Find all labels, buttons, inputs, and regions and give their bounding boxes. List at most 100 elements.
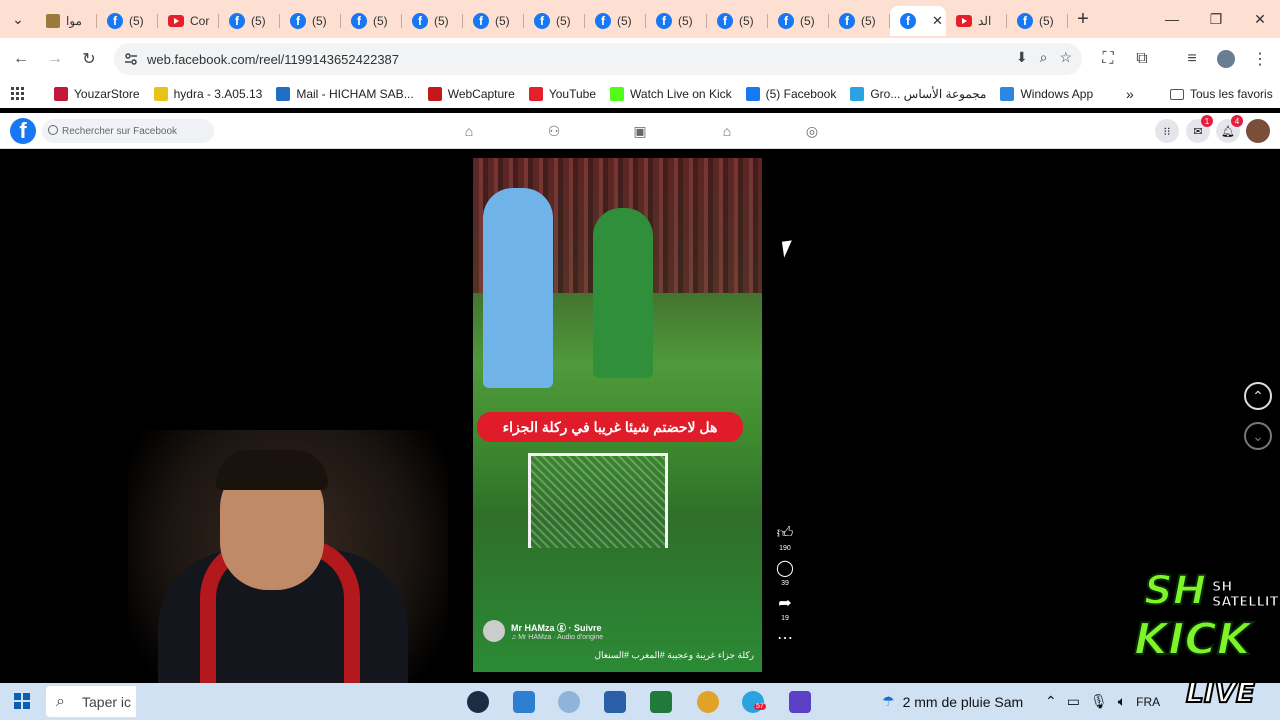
forward-button[interactable]: → [38, 42, 72, 76]
weather-widget[interactable]: ☂ 2 mm de pluie Sam [882, 683, 1023, 720]
comment-button[interactable]: ◯ 39 [776, 560, 794, 587]
next-reel-button[interactable]: ⌄ [1244, 422, 1272, 450]
browser-menu-icon[interactable]: ⋮ [1243, 42, 1277, 76]
marketplace-nav-icon[interactable]: ⌂ [717, 121, 737, 141]
browser-tab[interactable]: موا [36, 6, 97, 36]
bookmark-label: Watch Live on Kick [630, 87, 732, 101]
windows-start-icon[interactable] [14, 693, 30, 709]
close-tab-icon[interactable]: ✕ [932, 13, 943, 29]
minimize-button[interactable]: — [1150, 0, 1194, 38]
restore-button[interactable]: ❐ [1194, 0, 1238, 38]
browser-tab[interactable]: f (5) [646, 6, 707, 36]
chrome-app-icon[interactable] [697, 691, 719, 713]
facebook-logo-icon[interactable]: f [10, 118, 36, 144]
reel-author[interactable]: Mr HAMza ⓖ · Suivre ♫ Mr HAMza · Audio d… [483, 620, 603, 642]
bookmark-item[interactable]: (5) Facebook [745, 87, 836, 101]
site-icon [46, 14, 60, 28]
profile-avatar[interactable] [1209, 42, 1243, 76]
facebook-search-input[interactable]: Rechercher sur Facebook [42, 119, 214, 143]
bookmarks-bar: YouzarStore hydra - 3.A05.13 Mail - HICHAM… [0, 80, 1280, 108]
network-icon[interactable]: ▭ [1067, 693, 1080, 710]
satellite-text: SH SATELLITE [1211, 580, 1280, 611]
browser-tab[interactable]: f (5) [219, 6, 280, 36]
zoom-icon[interactable]: ⌕ [1040, 49, 1048, 66]
install-app-icon[interactable]: ⬇ [1016, 49, 1028, 66]
author-name[interactable]: Mr HAMza ⓖ · Suivre [511, 621, 603, 634]
browser-tab[interactable]: الد [946, 6, 1007, 36]
extensions-puzzle-icon[interactable]: ⧉ [1125, 42, 1159, 76]
taskbar-search[interactable]: ⌕ Taper ic [46, 686, 136, 717]
telegram-app-icon[interactable]: 57 [742, 691, 766, 713]
video-nav-icon[interactable]: ▣ [630, 121, 650, 141]
office-app-icon[interactable] [650, 691, 672, 713]
friends-nav-icon[interactable]: ⚇ [544, 121, 564, 141]
bookmark-item[interactable]: YouTube [528, 87, 597, 101]
comment-count: 39 [781, 580, 789, 587]
chevron-up-icon[interactable]: ⌃ [1045, 693, 1057, 710]
back-button[interactable]: ← [4, 42, 38, 76]
like-button[interactable]: 👍︎ 190 [777, 525, 794, 552]
browser-tab[interactable]: f (5) [829, 6, 890, 36]
home-nav-icon[interactable]: ⌂ [459, 121, 479, 141]
address-bar[interactable]: web.facebook.com/reel/1199143652422387 ⬇… [114, 43, 1082, 75]
extension-icon[interactable]: ⛶ [1091, 42, 1125, 76]
desktop-app-icon[interactable] [513, 691, 535, 713]
all-bookmarks-label: Tous les favoris [1190, 87, 1273, 101]
new-tab-button[interactable]: + [1068, 8, 1098, 31]
like-count: 190 [779, 545, 791, 552]
browser-tab[interactable]: f (5) [402, 6, 463, 36]
notifications-button[interactable]: 🔔︎ 4 [1216, 115, 1243, 143]
more-options-button[interactable]: ⋯ [777, 630, 793, 648]
messenger-button[interactable]: ✉ 1 [1186, 115, 1213, 143]
close-window-button[interactable]: ✕ [1238, 0, 1280, 38]
bookmark-label: WebCapture [447, 87, 515, 101]
bookmark-item[interactable]: Windows App [1000, 87, 1093, 101]
browser-tab[interactable]: f (5) [524, 6, 585, 36]
browser-toolbar: ← → ↻ web.facebook.com/reel/119914365242… [0, 38, 1280, 80]
browser-tab[interactable]: f (5) [1007, 6, 1068, 36]
calculator-app-icon[interactable] [604, 691, 626, 713]
reload-button[interactable]: ↻ [72, 42, 106, 76]
bookmark-star-icon[interactable]: ☆ [1059, 49, 1072, 66]
browser-tab[interactable]: f (5) [97, 6, 158, 36]
obs-app-icon[interactable] [467, 691, 489, 713]
reel-audio[interactable]: ♫ Mr HAMza · Audio d'origine [511, 634, 603, 641]
browser-tab[interactable]: f (5) [768, 6, 829, 36]
bookmark-favicon-icon [850, 87, 865, 101]
gaming-nav-icon[interactable]: ◎ [802, 121, 822, 141]
all-bookmarks-button[interactable]: Tous les favoris [1170, 87, 1273, 101]
bookmark-item[interactable]: Watch Live on Kick [610, 87, 732, 101]
bookmark-item[interactable]: hydra - 3.A05.13 [153, 87, 262, 101]
media-control-icon[interactable]: ≡ [1175, 42, 1209, 76]
bookmark-favicon-icon [610, 87, 625, 101]
bookmark-item[interactable]: WebCapture [427, 87, 515, 101]
tab-strip: ⌄ موا f (5) Cor f (5) f (5) f (5) f (5) f (5) f (5) f (5)… [0, 0, 1280, 38]
microphone-icon[interactable]: 🎙︎ [1090, 693, 1108, 710]
apps-grid-icon[interactable] [0, 87, 36, 101]
previous-reel-button[interactable]: ⌃ [1244, 382, 1272, 410]
browser-tab[interactable]: f (5) [280, 6, 341, 36]
account-avatar[interactable] [1246, 119, 1270, 143]
reel-video[interactable]: هل لاحضتم شيئا غريبا في ركلة الجزاء Mr H… [473, 158, 762, 672]
app-icon[interactable] [789, 691, 811, 713]
bookmark-item[interactable]: YouzarStore [54, 87, 140, 101]
share-button[interactable]: ➦ 19 [778, 595, 791, 622]
paint-app-icon[interactable] [558, 691, 580, 713]
browser-tab[interactable]: Cor [158, 6, 219, 36]
browser-tab[interactable]: f ✕ [890, 6, 946, 36]
browser-tab[interactable]: f (5) [341, 6, 402, 36]
bookmarks-overflow-button[interactable]: » [1126, 86, 1134, 102]
bookmark-item[interactable]: Mail - HICHAM SAB... [276, 87, 414, 101]
browser-tab[interactable]: f (5) [707, 6, 768, 36]
menu-grid-button[interactable]: ⁝⁝ [1155, 119, 1179, 143]
tab-label: (5) [556, 14, 571, 28]
tab-label: (5) [678, 14, 693, 28]
site-info-icon[interactable] [123, 51, 139, 67]
bookmark-item[interactable]: Gro... مجموعة الأساس [850, 87, 986, 101]
browser-tab[interactable]: f (5) [585, 6, 646, 36]
browser-tab[interactable]: f (5) [463, 6, 524, 36]
bookmark-favicon-icon [528, 87, 543, 101]
bookmark-label: YouTube [548, 87, 597, 101]
tab-search-button[interactable]: ⌄ [0, 0, 36, 38]
author-avatar[interactable] [483, 620, 505, 642]
